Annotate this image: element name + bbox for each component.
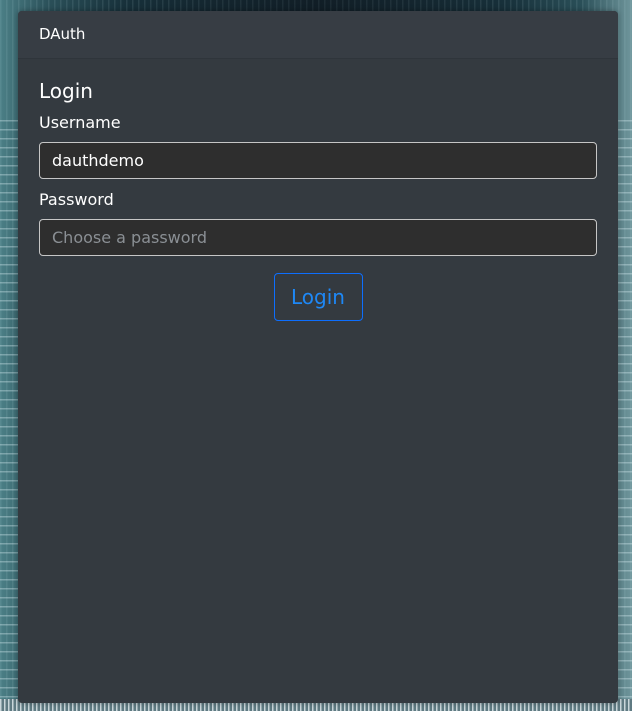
login-button[interactable]: Login (273, 273, 363, 321)
username-label: Username (39, 113, 121, 132)
username-input[interactable] (39, 142, 597, 179)
username-group: Username (39, 113, 597, 179)
login-title: Login (39, 79, 93, 103)
password-label: Password (39, 190, 114, 209)
app-name: DAuth (39, 25, 86, 43)
password-input[interactable] (39, 219, 597, 256)
password-group: Password (39, 190, 597, 256)
card-body: Login Username Password Login (18, 59, 618, 341)
card-header: DAuth (18, 11, 618, 59)
button-row: Login (39, 273, 597, 321)
login-card: DAuth Login Username Password Login (18, 11, 618, 703)
